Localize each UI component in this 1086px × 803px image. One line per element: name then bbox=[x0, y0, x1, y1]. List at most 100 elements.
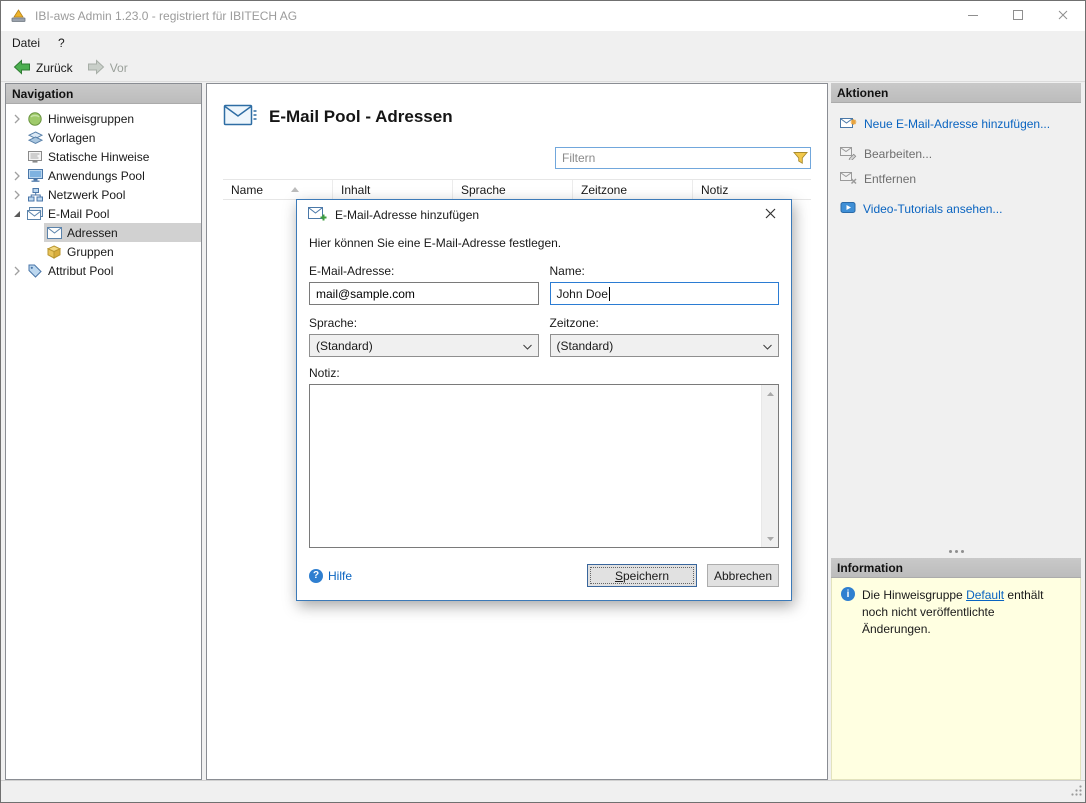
save-label-accel: S bbox=[615, 569, 623, 583]
dialog-close-button[interactable] bbox=[749, 200, 791, 230]
name-input-value: John Doe bbox=[557, 287, 608, 301]
column-header-name[interactable]: Name bbox=[223, 180, 333, 199]
tree-item-email-pool[interactable]: E-Mail Pool bbox=[6, 204, 201, 223]
action-label: Bearbeiten... bbox=[864, 147, 932, 161]
action-edit[interactable]: Bearbeiten... bbox=[840, 145, 1072, 163]
chevron-down-icon bbox=[523, 339, 532, 353]
forward-arrow-icon bbox=[87, 59, 105, 78]
tree-item-adressen[interactable]: Adressen bbox=[6, 223, 201, 242]
navigation-header: Navigation bbox=[6, 84, 201, 104]
language-select[interactable]: (Standard) bbox=[309, 334, 539, 357]
tree-item-hinweisgruppen[interactable]: Hinweisgruppen bbox=[6, 109, 201, 128]
close-icon bbox=[765, 208, 776, 222]
help-link[interactable]: ? Hilfe bbox=[309, 569, 352, 583]
navigation-panel: Navigation Hinweisgruppen Vorlagen Stati… bbox=[5, 83, 202, 780]
note-textarea[interactable] bbox=[309, 384, 779, 548]
splitter-dots-icon bbox=[955, 550, 958, 553]
envelope-icon bbox=[46, 225, 62, 241]
maximize-icon bbox=[1013, 9, 1023, 23]
menubar: Datei ? bbox=[1, 31, 1085, 55]
splitter-handle[interactable] bbox=[831, 545, 1081, 558]
close-button[interactable] bbox=[1040, 1, 1085, 31]
actions-header: Aktionen bbox=[831, 83, 1081, 103]
applications-icon bbox=[27, 168, 43, 184]
column-header-zeitzone[interactable]: Zeitzone bbox=[573, 180, 693, 199]
dialog-titlebar[interactable]: E-Mail-Adresse hinzufügen bbox=[297, 200, 791, 230]
chevron-right-icon[interactable] bbox=[9, 263, 25, 279]
close-icon bbox=[1058, 9, 1068, 23]
tree-item-gruppen[interactable]: Gruppen bbox=[6, 242, 201, 261]
name-input[interactable]: John Doe bbox=[550, 282, 780, 305]
tree-item-label: Attribut Pool bbox=[48, 264, 113, 278]
default-link[interactable]: Default bbox=[966, 588, 1004, 602]
info-box: i Die Hinweisgruppe Default enthält noch… bbox=[831, 578, 1081, 780]
name-label: Name: bbox=[550, 264, 780, 278]
action-video-tutorials[interactable]: Video-Tutorials ansehen... bbox=[840, 200, 1072, 218]
tree-item-anwendungs-pool[interactable]: Anwendungs Pool bbox=[6, 166, 201, 185]
window-title: IBI-aws Admin 1.23.0 - registriert für I… bbox=[35, 9, 297, 23]
chevron-spacer bbox=[9, 149, 25, 165]
chevron-right-icon[interactable] bbox=[9, 168, 25, 184]
timezone-value: (Standard) bbox=[557, 339, 614, 353]
chevron-spacer bbox=[28, 225, 44, 241]
back-button[interactable]: Zurück bbox=[6, 56, 80, 81]
app-window: IBI-aws Admin 1.23.0 - registriert für I… bbox=[0, 0, 1086, 803]
info-icon: i bbox=[841, 587, 855, 601]
tree-item-label: Gruppen bbox=[67, 245, 114, 259]
action-remove[interactable]: Entfernen bbox=[840, 170, 1072, 188]
back-arrow-icon bbox=[13, 59, 31, 78]
scroll-down-button[interactable] bbox=[762, 530, 778, 547]
text-caret bbox=[609, 287, 610, 301]
action-label: Neue E-Mail-Adresse hinzufügen... bbox=[864, 117, 1050, 131]
cancel-button[interactable]: Abbrechen bbox=[707, 564, 779, 587]
email-header-icon bbox=[223, 102, 257, 131]
tree-item-attribut-pool[interactable]: Attribut Pool bbox=[6, 261, 201, 280]
filter-input[interactable] bbox=[556, 151, 790, 165]
column-header-sprache[interactable]: Sprache bbox=[453, 180, 573, 199]
email-label: E-Mail-Adresse: bbox=[309, 264, 539, 278]
tree-item-netzwerk-pool[interactable]: Netzwerk Pool bbox=[6, 185, 201, 204]
column-label: Inhalt bbox=[341, 183, 370, 197]
maximize-button[interactable] bbox=[995, 1, 1040, 31]
toolbar: Zurück Vor bbox=[1, 55, 1085, 82]
information-panel: Information i Die Hinweisgruppe Default … bbox=[831, 545, 1081, 780]
save-label: peichern bbox=[623, 569, 669, 583]
tree-item-vorlagen[interactable]: Vorlagen bbox=[6, 128, 201, 147]
action-label: Video-Tutorials ansehen... bbox=[863, 202, 1002, 216]
action-label: Entfernen bbox=[864, 172, 916, 186]
menu-item-help[interactable]: ? bbox=[49, 33, 74, 53]
scrollbar[interactable] bbox=[761, 385, 778, 547]
minimize-button[interactable] bbox=[950, 1, 995, 31]
chevron-right-icon[interactable] bbox=[9, 187, 25, 203]
resize-grip[interactable] bbox=[1070, 784, 1083, 800]
titlebar[interactable]: IBI-aws Admin 1.23.0 - registriert für I… bbox=[1, 1, 1085, 31]
status-bar bbox=[1, 780, 1085, 802]
tree-item-label: Hinweisgruppen bbox=[48, 112, 134, 126]
filter-funnel-icon[interactable] bbox=[790, 151, 810, 165]
chevron-right-icon[interactable] bbox=[9, 111, 25, 127]
back-label: Zurück bbox=[36, 61, 73, 75]
notice-groups-icon bbox=[27, 111, 43, 127]
info-message: Die Hinweisgruppe Default enthält noch n… bbox=[862, 587, 1071, 637]
column-label: Sprache bbox=[461, 183, 506, 197]
help-label: Hilfe bbox=[328, 569, 352, 583]
email-input[interactable] bbox=[309, 282, 539, 305]
menu-item-datei[interactable]: Datei bbox=[3, 33, 49, 53]
tree-item-statische-hinweise[interactable]: Statische Hinweise bbox=[6, 147, 201, 166]
attribute-icon bbox=[27, 263, 43, 279]
forward-button[interactable]: Vor bbox=[80, 56, 135, 81]
chevron-expanded-icon[interactable] bbox=[9, 206, 25, 222]
tree-item-label: E-Mail Pool bbox=[48, 207, 109, 221]
column-header-inhalt[interactable]: Inhalt bbox=[333, 180, 453, 199]
scroll-up-button[interactable] bbox=[762, 385, 778, 402]
save-button[interactable]: Speichern bbox=[587, 564, 697, 587]
video-icon bbox=[840, 200, 856, 218]
action-add-email[interactable]: Neue E-Mail-Adresse hinzufügen... bbox=[840, 115, 1072, 133]
timezone-select[interactable]: (Standard) bbox=[550, 334, 780, 357]
tree-item-label: Vorlagen bbox=[48, 131, 95, 145]
actions-panel: Aktionen Neue E-Mail-Adresse hinzufügen.… bbox=[831, 83, 1081, 780]
network-icon bbox=[27, 187, 43, 203]
column-header-notiz[interactable]: Notiz bbox=[693, 180, 811, 199]
tree-item-label: Adressen bbox=[67, 226, 118, 240]
page-title: E-Mail Pool - Adressen bbox=[269, 107, 453, 127]
